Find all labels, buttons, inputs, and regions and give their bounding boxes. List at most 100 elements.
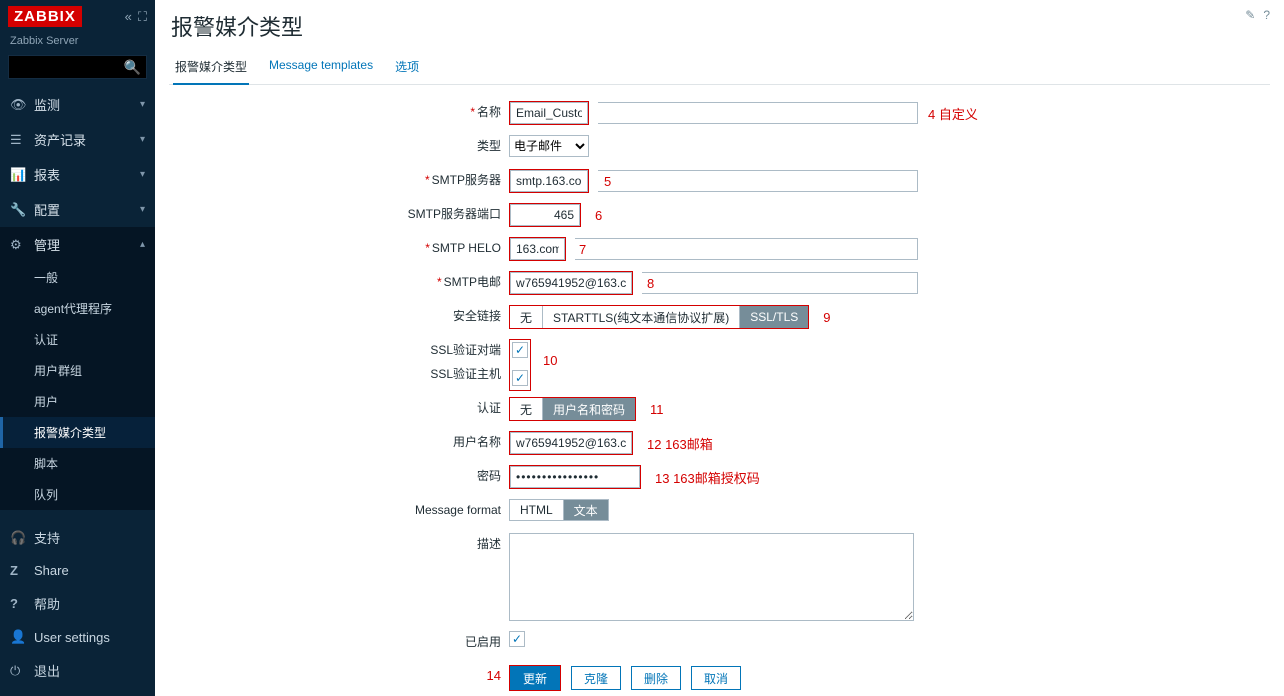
- gear-icon: [10, 237, 24, 253]
- annotation-5: 5: [604, 174, 611, 189]
- page-title: 报警媒介类型: [171, 10, 1270, 42]
- label-description: 描述: [477, 537, 501, 551]
- annotation-8: 8: [647, 276, 654, 291]
- cancel-button[interactable]: 取消: [691, 666, 741, 690]
- update-button[interactable]: 更新: [510, 666, 560, 690]
- smtphelo-input-ext[interactable]: [575, 238, 918, 260]
- footer-usersettings-label: User settings: [34, 630, 110, 645]
- subnav-mediatypes[interactable]: 报警媒介类型: [0, 417, 155, 448]
- footer-support[interactable]: 支持: [0, 520, 155, 555]
- annotation-9: 9: [823, 310, 830, 325]
- label-enabled: 已启用: [465, 635, 501, 649]
- annotation-12: 12 163邮箱: [647, 434, 713, 453]
- edit-icon[interactable]: ✎: [1245, 8, 1255, 22]
- subnav-agent[interactable]: agent代理程序: [0, 293, 155, 324]
- sidebar-search: 🔍: [8, 55, 147, 79]
- sslhost-checkbox[interactable]: ✓: [512, 370, 528, 386]
- expand-icon[interactable]: ⛶: [138, 9, 147, 25]
- subnav-usergroups[interactable]: 用户群组: [0, 355, 155, 386]
- enabled-checkbox[interactable]: ✓: [509, 631, 525, 647]
- seg-sec-none[interactable]: 无: [510, 306, 543, 328]
- chart-icon: [10, 167, 24, 183]
- label-type: 类型: [477, 139, 501, 153]
- nav-inventory-label: 资产记录: [34, 130, 86, 149]
- tab-media[interactable]: 报警媒介类型: [173, 52, 249, 85]
- delete-button[interactable]: 删除: [631, 666, 681, 690]
- sidebar: ZABBIX « ⛶ Zabbix Server 🔍 监测 ▾ 资产记录 ▾ 报…: [0, 0, 155, 696]
- tab-templates[interactable]: Message templates: [267, 52, 375, 84]
- power-icon: [10, 663, 24, 679]
- sslpeer-checkbox[interactable]: ✓: [512, 342, 528, 358]
- nav-reports-label: 报表: [34, 165, 60, 184]
- nav-admin-submenu: 一般 agent代理程序 认证 用户群组 用户 报警媒介类型 脚本 队列: [0, 262, 155, 510]
- label-msgformat: Message format: [415, 503, 501, 517]
- annotation-11: 11: [650, 402, 664, 417]
- label-smtpserver: SMTP服务器: [432, 173, 501, 187]
- password-input[interactable]: [510, 466, 640, 488]
- subnav-queue[interactable]: 队列: [0, 479, 155, 510]
- footer-share[interactable]: Share: [0, 555, 155, 586]
- chevron-up-icon: ▴: [140, 239, 145, 250]
- chevron-down-icon: ▾: [140, 99, 145, 110]
- seg-fmt-html[interactable]: HTML: [510, 500, 564, 520]
- help-page-icon[interactable]: ?: [1263, 8, 1270, 22]
- subnav-users[interactable]: 用户: [0, 386, 155, 417]
- smtpemail-input-ext[interactable]: [642, 272, 918, 294]
- type-select[interactable]: 电子邮件: [509, 135, 589, 157]
- seg-auth-userpass[interactable]: 用户名和密码: [543, 398, 635, 420]
- nav-admin[interactable]: 管理 ▴: [0, 227, 155, 262]
- label-smtphelo: SMTP HELO: [432, 241, 501, 255]
- label-security: 安全链接: [453, 309, 501, 323]
- nav-config-label: 配置: [34, 200, 60, 219]
- description-textarea[interactable]: [509, 533, 914, 621]
- label-sslhost: SSL验证主机: [430, 367, 501, 381]
- footer-logout[interactable]: 退出: [0, 653, 155, 688]
- user-icon: [10, 629, 24, 645]
- seg-fmt-text[interactable]: 文本: [564, 500, 608, 520]
- help-icon: [10, 596, 24, 611]
- collapse-icon[interactable]: «: [125, 9, 132, 25]
- subnav-scripts[interactable]: 脚本: [0, 448, 155, 479]
- nav-config[interactable]: 配置 ▾: [0, 192, 155, 227]
- subnav-general[interactable]: 一般: [0, 262, 155, 293]
- name-input-ext[interactable]: [598, 102, 918, 124]
- label-sslpeer: SSL验证对端: [430, 343, 501, 357]
- name-input[interactable]: [510, 102, 588, 124]
- label-name: 名称: [477, 105, 501, 119]
- headset-icon: [10, 530, 24, 546]
- tabs: 报警媒介类型 Message templates 选项: [169, 52, 1270, 85]
- annotation-7: 7: [579, 242, 586, 257]
- nav-inventory[interactable]: 资产记录 ▾: [0, 122, 155, 157]
- label-username: 用户名称: [453, 435, 501, 449]
- server-name: Zabbix Server: [0, 33, 155, 55]
- search-icon[interactable]: 🔍: [124, 59, 141, 76]
- eye-icon: [10, 97, 24, 113]
- username-input[interactable]: [510, 432, 632, 454]
- tab-options[interactable]: 选项: [393, 52, 421, 84]
- footer-help[interactable]: 帮助: [0, 586, 155, 621]
- nav-reports[interactable]: 报表 ▾: [0, 157, 155, 192]
- nav-admin-label: 管理: [34, 235, 60, 254]
- seg-auth-none[interactable]: 无: [510, 398, 543, 420]
- subnav-auth[interactable]: 认证: [0, 324, 155, 355]
- smtpport-input[interactable]: [510, 204, 580, 226]
- clone-button[interactable]: 克隆: [571, 666, 621, 690]
- footer-usersettings[interactable]: User settings: [0, 621, 155, 653]
- nav-monitor[interactable]: 监测 ▾: [0, 87, 155, 122]
- sidebar-header: ZABBIX « ⛶: [0, 0, 155, 33]
- chevron-down-icon: ▾: [140, 134, 145, 145]
- footer-share-label: Share: [34, 563, 69, 578]
- smtphelo-input[interactable]: [510, 238, 565, 260]
- label-auth: 认证: [477, 401, 501, 415]
- smtpemail-input[interactable]: [510, 272, 632, 294]
- chevron-down-icon: ▾: [140, 169, 145, 180]
- seg-sec-ssltls[interactable]: SSL/TLS: [740, 306, 808, 328]
- label-smtpport: SMTP服务器端口: [408, 207, 501, 221]
- seg-sec-starttls[interactable]: STARTTLS(纯文本通信协议扩展): [543, 306, 740, 328]
- smtpserver-input[interactable]: [510, 170, 588, 192]
- nav-monitor-label: 监测: [34, 95, 60, 114]
- footer-logout-label: 退出: [34, 661, 60, 680]
- logo: ZABBIX: [8, 6, 82, 27]
- smtpserver-input-ext[interactable]: [598, 170, 918, 192]
- chevron-down-icon: ▾: [140, 204, 145, 215]
